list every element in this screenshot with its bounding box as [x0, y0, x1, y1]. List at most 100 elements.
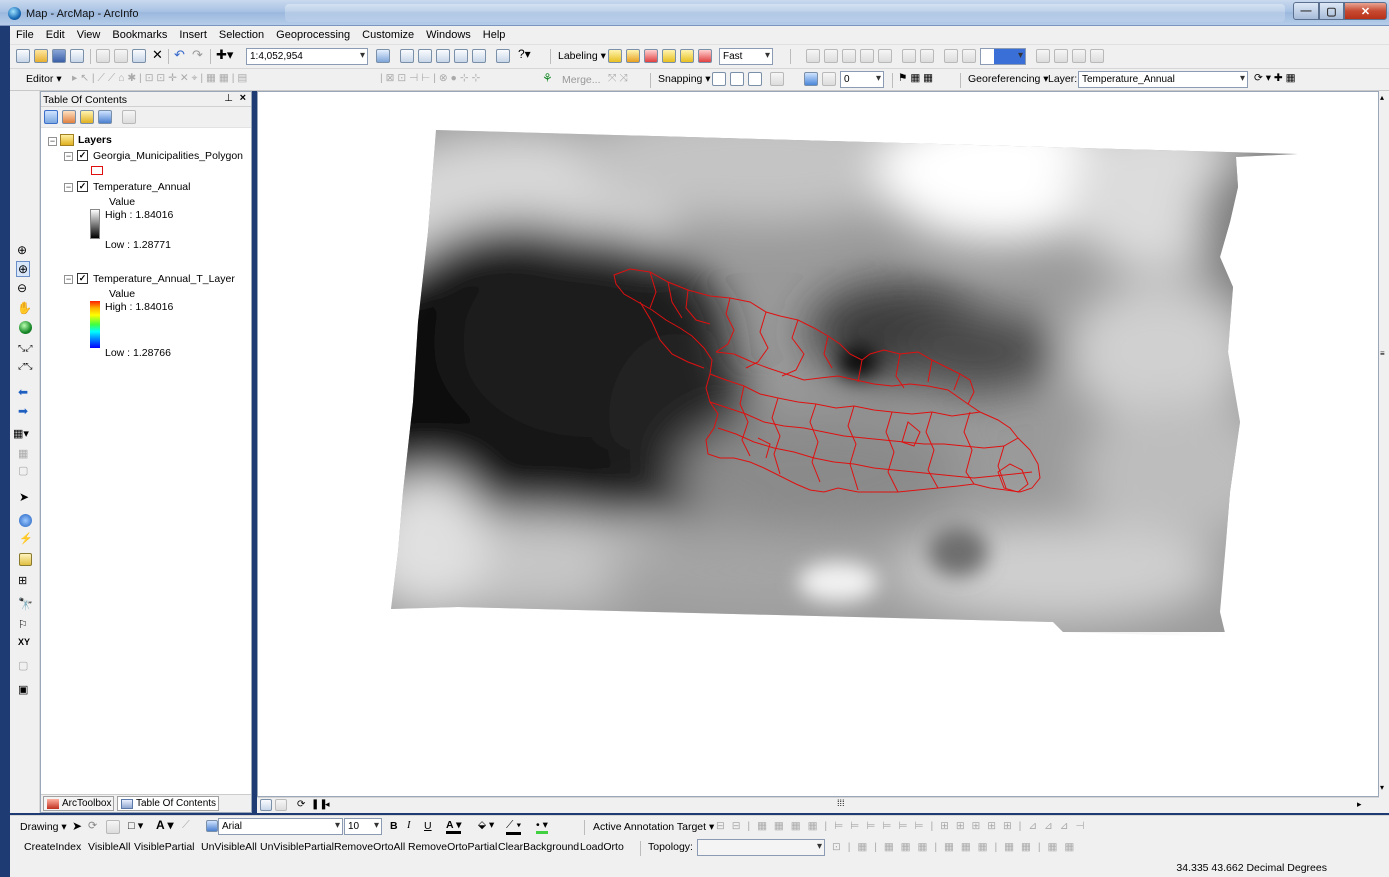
topology-combo[interactable]	[697, 839, 825, 856]
refresh-icon[interactable]: ⟳	[297, 799, 305, 810]
layer-visibility-checkbox[interactable]: ✓	[77, 273, 88, 284]
scroll-down-icon[interactable]: ▾	[1380, 783, 1384, 792]
merge-label[interactable]: Merge...	[562, 74, 601, 86]
menu-geoprocessing[interactable]: Geoprocessing	[270, 26, 356, 44]
data-view-icon[interactable]	[260, 799, 272, 811]
layers-root-label[interactable]: Layers	[78, 134, 112, 146]
fill-color-icon[interactable]: ⬙ ▾	[478, 819, 494, 831]
flag-icon[interactable]: ⚑ ▦ ▦	[898, 72, 933, 84]
scroll-right-icon[interactable]: ▸	[1357, 799, 1362, 810]
forward-extent-icon[interactable]: ➡	[18, 404, 28, 418]
align-distribute-icons[interactable]: ⊟ ⊟ | ▦ ▦ ▦ ▦ | ⊨ ⊨ ⊨ ⊨ ⊨ ⊨ | ⊞ ⊞ ⊞ ⊞ ⊞ …	[716, 820, 1087, 832]
open-folder-icon[interactable]	[34, 49, 48, 63]
underline-icon[interactable]: U	[424, 820, 432, 832]
map-vertical-scrollbar[interactable]: ▴ ≡ ▾	[1379, 91, 1389, 813]
list-by-selection-icon[interactable]	[98, 110, 112, 124]
font-name-combo[interactable]: Arial	[218, 818, 343, 835]
forward-extent-layout-icon[interactable]	[962, 49, 976, 63]
bold-icon[interactable]: B	[390, 820, 398, 832]
topology-tools-icons[interactable]: ⊡ | ▦ | ▦ ▦ ▦ | ▦ ▦ ▦ | ▦ ▦ | ▦ ▦	[832, 841, 1076, 853]
toc-window-icon[interactable]	[400, 49, 414, 63]
toggle-draft-mode-icon[interactable]	[1036, 49, 1050, 63]
menu-insert[interactable]: Insert	[173, 26, 213, 44]
line-color-icon[interactable]: ⟋ ▾	[506, 819, 522, 835]
labeling-menu[interactable]: Labeling ▾	[558, 50, 606, 62]
georeferencing-menu[interactable]: Georeferencing ▾	[968, 73, 1049, 85]
layer-name-temperature[interactable]: Temperature_Annual	[93, 181, 190, 193]
label-priority-icon[interactable]	[626, 49, 640, 63]
time-slider-icon[interactable]: ▢	[18, 659, 28, 672]
vertex-snapping-icon[interactable]	[748, 72, 762, 86]
fixed-zoom-in-icon[interactable]	[806, 49, 820, 63]
layer-collapse-icon[interactable]: −	[64, 152, 73, 161]
clear-background-button[interactable]: ClearBackground	[498, 841, 579, 853]
close-button[interactable]: ✕	[1344, 2, 1387, 20]
scroll-up-icon[interactable]: ▴	[1380, 93, 1384, 102]
back-extent-icon[interactable]: ⬅	[18, 385, 28, 399]
create-index-button[interactable]: CreateIndex	[24, 841, 81, 853]
tab-arctoolbox[interactable]: ArcToolbox	[43, 796, 115, 811]
viewer-window-icon[interactable]: ▣	[18, 683, 28, 696]
whats-this-icon[interactable]: ?▾	[518, 47, 531, 61]
zoom-in-icon[interactable]: ⊕	[17, 243, 27, 257]
layer-collapse-icon[interactable]: −	[64, 275, 73, 284]
visible-partial-button[interactable]: VisiblePartial	[134, 841, 195, 853]
go-to-xy-icon[interactable]: XY	[18, 637, 30, 647]
measure-icon[interactable]: ⊞	[18, 574, 27, 587]
clear-selection-icon[interactable]: ▦	[18, 447, 28, 460]
minimize-button[interactable]: —	[1293, 2, 1319, 20]
georef-tools-icon[interactable]: ⟳ ▾ ✚ ▦	[1254, 72, 1296, 84]
remove-orto-all-button[interactable]: RemoveOrtoAll	[334, 841, 405, 853]
select-elements-disabled-icon[interactable]: ▢	[18, 464, 28, 477]
menu-bookmarks[interactable]: Bookmarks	[106, 26, 173, 44]
cut-icon[interactable]	[96, 49, 110, 63]
focus-data-frame-icon[interactable]	[1054, 49, 1068, 63]
point-snapping-icon[interactable]	[712, 72, 726, 86]
redo-icon[interactable]: ↷	[192, 47, 203, 63]
toc-close-icon[interactable]: ×	[240, 92, 246, 104]
full-extent-icon[interactable]	[19, 321, 32, 334]
tab-table-of-contents[interactable]: Table Of Contents	[117, 796, 220, 811]
fixed-zoom-in-map-icon[interactable]: ⤡⤢	[18, 343, 32, 354]
select-elements-icon[interactable]: ➤	[19, 490, 29, 504]
text-tool-icon[interactable]: A ▾	[156, 818, 174, 832]
layout-view-icon[interactable]	[275, 799, 287, 811]
scroll-thumb-grip-icon[interactable]: ⁞⁞⁞	[837, 798, 845, 808]
find-route-icon[interactable]: ⚐	[18, 618, 28, 631]
change-layout-icon[interactable]	[1072, 49, 1086, 63]
menu-help[interactable]: Help	[477, 26, 512, 44]
layout-zoom-combo[interactable]	[980, 48, 1026, 65]
scale-combo[interactable]: 1:4,052,954	[246, 48, 368, 65]
label-manager-icon[interactable]	[608, 49, 622, 63]
undo-icon[interactable]: ↶	[174, 47, 185, 63]
lock-labels-icon[interactable]	[662, 49, 676, 63]
menu-windows[interactable]: Windows	[420, 26, 477, 44]
georef-layer-combo[interactable]: Temperature_Annual	[1078, 71, 1248, 88]
rotate-icon[interactable]	[804, 72, 818, 86]
hyperlink-icon[interactable]: ⚡	[19, 532, 33, 545]
map-horizontal-scrollbar[interactable]: ⟳ ❚❚ ◂ ⁞⁞⁞ ▸	[257, 797, 1379, 813]
layer-visibility-checkbox[interactable]: ✓	[77, 150, 88, 161]
marker-color-icon[interactable]: • ▾	[536, 819, 548, 834]
fixed-zoom-out-icon[interactable]	[824, 49, 838, 63]
merge-icon[interactable]: ⚘	[542, 71, 553, 85]
layers-collapse-icon[interactable]: −	[48, 137, 57, 146]
annotation-target-menu[interactable]: Active Annotation Target ▾	[593, 821, 714, 833]
remove-orto-partial-button[interactable]: RemoveOrtoPartial	[408, 841, 497, 853]
edge-snapping-icon[interactable]	[770, 72, 784, 86]
layer-collapse-icon[interactable]: −	[64, 183, 73, 192]
scroll-left-icon[interactable]: ◂	[325, 799, 330, 810]
list-by-source-icon[interactable]	[62, 110, 76, 124]
unvisible-all-button[interactable]: UnVisibleAll	[201, 841, 257, 853]
menu-view[interactable]: View	[71, 26, 107, 44]
maximize-button[interactable]: ▢	[1319, 2, 1344, 20]
menu-edit[interactable]: Edit	[40, 26, 71, 44]
select-elements-draw-icon[interactable]: ➤	[72, 819, 82, 833]
pan-layout-icon[interactable]	[842, 49, 856, 63]
list-by-drawing-order-icon[interactable]	[44, 110, 58, 124]
rotate-element-icon[interactable]: ⟳	[88, 819, 97, 832]
catalog-window-icon[interactable]	[418, 49, 432, 63]
list-by-visibility-icon[interactable]	[80, 110, 94, 124]
end-snapping-icon[interactable]	[730, 72, 744, 86]
font-size-combo[interactable]: 10	[344, 818, 382, 835]
